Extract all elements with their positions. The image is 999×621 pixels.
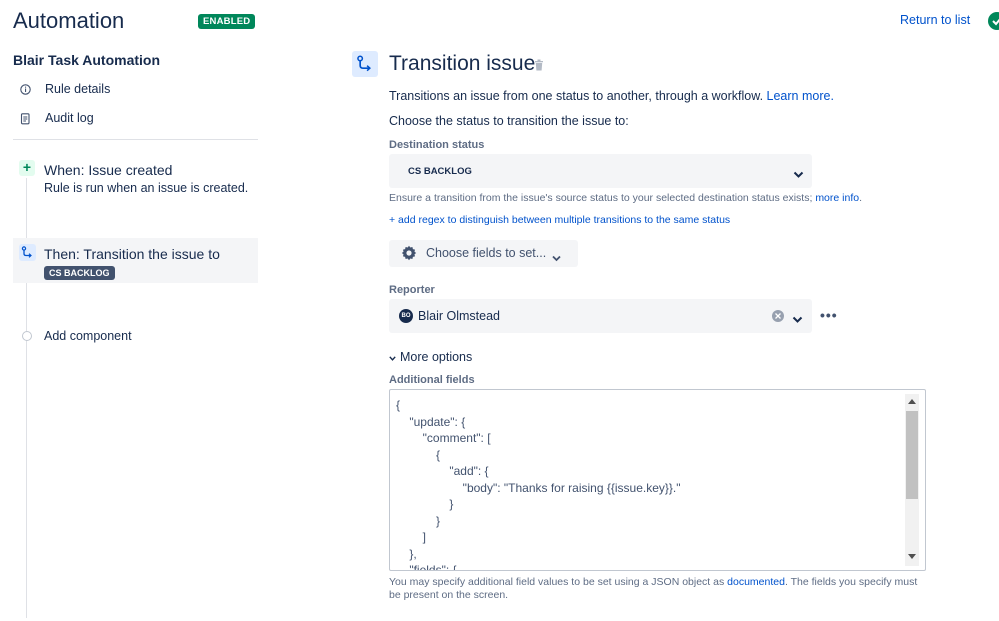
more-options-label: More options bbox=[400, 350, 473, 364]
add-component-dot bbox=[22, 331, 32, 341]
selected-status-value: CS BACKLOG bbox=[408, 166, 472, 177]
chevron-down-icon[interactable] bbox=[792, 311, 803, 329]
scroll-down-icon[interactable] bbox=[908, 554, 916, 559]
trigger-title[interactable]: When: Issue created bbox=[44, 162, 172, 178]
sidebar-item-label: Audit log bbox=[45, 111, 94, 125]
choose-prompt: Choose the status to transition the issu… bbox=[389, 114, 629, 128]
sidebar-item-label: Rule details bbox=[45, 82, 111, 96]
additional-fields-label: Additional fields bbox=[389, 374, 475, 386]
action-title[interactable]: Then: Transition the issue to bbox=[44, 246, 220, 262]
page-title: Automation bbox=[13, 8, 125, 33]
transition-icon bbox=[352, 51, 378, 77]
learn-more-link[interactable]: Learn more. bbox=[767, 89, 834, 103]
component-description: Transitions an issue from one status to … bbox=[389, 89, 834, 103]
reporter-select[interactable]: BO Blair Olmstead bbox=[389, 299, 812, 333]
textarea-scrollbar[interactable] bbox=[905, 394, 919, 566]
add-regex-link[interactable]: + add regex to distinguish between multi… bbox=[389, 214, 730, 226]
more-info-link[interactable]: more info bbox=[815, 192, 859, 204]
sidebar-divider bbox=[13, 139, 258, 140]
sidebar-item-rule-details[interactable]: Rule details bbox=[20, 82, 110, 96]
chevron-down-icon bbox=[793, 166, 804, 184]
gear-icon bbox=[401, 245, 417, 266]
documented-link[interactable]: documented bbox=[727, 576, 785, 588]
component-title: Transition issue bbox=[389, 52, 536, 75]
additional-fields-textarea[interactable]: { "update": { "comment": [ { "add": { "b… bbox=[389, 389, 926, 571]
scroll-up-icon[interactable] bbox=[908, 399, 916, 404]
trash-icon[interactable] bbox=[534, 58, 544, 76]
plus-icon: + bbox=[19, 160, 35, 176]
more-actions-icon[interactable]: ••• bbox=[820, 307, 838, 323]
additional-fields-hint: You may specify additional field values … bbox=[389, 576, 918, 601]
check-icon bbox=[988, 12, 999, 30]
choose-fields-button[interactable]: Choose fields to set... bbox=[389, 240, 578, 267]
transition-icon bbox=[19, 244, 36, 261]
document-icon bbox=[20, 112, 31, 124]
reporter-label: Reporter bbox=[389, 284, 435, 296]
additional-fields-value: { "update": { "comment": [ { "add": { "b… bbox=[396, 398, 681, 571]
clear-icon[interactable] bbox=[772, 310, 784, 322]
rule-name: Blair Task Automation bbox=[13, 52, 161, 68]
trigger-description: Rule is run when an issue is created. bbox=[44, 181, 249, 195]
transition-hint: Ensure a transition from the issue's sou… bbox=[389, 192, 863, 204]
avatar: BO bbox=[399, 309, 413, 323]
status-lozenge: CS BACKLOG bbox=[44, 266, 115, 280]
chevron-down-icon bbox=[552, 249, 561, 267]
scroll-thumb[interactable] bbox=[906, 411, 918, 499]
info-icon bbox=[20, 83, 31, 95]
sidebar-item-audit-log[interactable]: Audit log bbox=[20, 111, 94, 125]
add-component-button[interactable]: Add component bbox=[44, 329, 132, 343]
return-to-list-link[interactable]: Return to list bbox=[900, 13, 970, 27]
destination-status-select[interactable]: CS BACKLOG bbox=[389, 154, 812, 188]
status-badge: ENABLED bbox=[198, 14, 256, 29]
chevron-down-icon bbox=[389, 350, 396, 364]
reporter-value: Blair Olmstead bbox=[418, 309, 500, 323]
destination-status-label: Destination status bbox=[389, 139, 485, 151]
more-options-toggle[interactable]: More options bbox=[389, 350, 472, 364]
choose-fields-label: Choose fields to set... bbox=[426, 246, 547, 260]
